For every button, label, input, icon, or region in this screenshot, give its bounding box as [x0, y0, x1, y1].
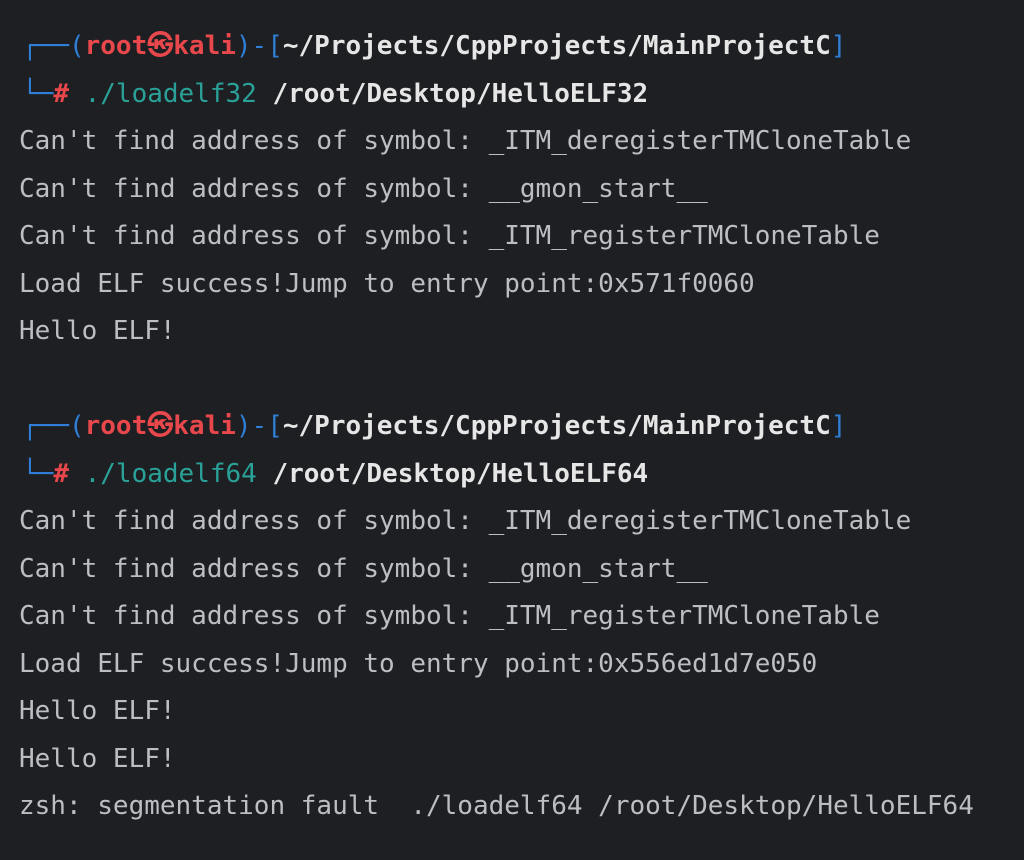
command-text: ./loadelf32 [84, 78, 257, 109]
prompt-host: kali [173, 411, 236, 441]
output-line: Hello ELF! [19, 696, 176, 726]
terminal-window[interactable]: ┌──(root㉿kali)-[~/Projects/CppProjects/M… [0, 0, 1024, 860]
prompt-frame-mid: )-[ [235, 411, 283, 441]
output-line: Can't find address of symbol: _ITM_dereg… [19, 126, 912, 156]
kali-skull-icon: ㉿ [147, 411, 174, 441]
prompt-header: ┌──(root㉿kali)-[~/Projects/CppProjects/M… [0, 23, 1024, 71]
command-text: ./loadelf64 [84, 458, 257, 489]
output-line: Can't find address of symbol: __gmon_sta… [19, 173, 708, 204]
prompt-symbol: # [53, 458, 69, 489]
prompt-frame-end: ] [830, 31, 847, 61]
prompt-cwd: ~/Projects/CppProjects/MainProjectC [282, 31, 831, 61]
prompt-symbol: # [53, 78, 69, 109]
command-argument: /root/Desktop/HelloELF32 [272, 78, 649, 109]
prompt-frame-top: ┌──( [22, 31, 85, 61]
session-block: ┌──(root㉿kali)-[~/Projects/CppProjects/M… [0, 23, 1024, 356]
prompt-user: root [84, 31, 148, 61]
output-line: Can't find address of symbol: __gmon_sta… [19, 553, 708, 584]
prompt-cwd: ~/Projects/CppProjects/MainProjectC [282, 411, 831, 441]
output-line: Load ELF success!Jump to entry point:0x5… [19, 268, 755, 299]
output-line: Can't find address of symbol: _ITM_dereg… [19, 506, 912, 536]
prompt-frame-top: ┌──( [22, 411, 85, 441]
prompt-frame-end: ] [830, 411, 847, 441]
command-argument: /root/Desktop/HelloELF64 [272, 458, 649, 489]
error-line: zsh: segmentation fault ./loadelf64 /roo… [19, 791, 974, 821]
output-line: Can't find address of symbol: _ITM_regis… [19, 601, 880, 631]
prompt-frame-bottom: └─ [22, 458, 54, 489]
command-line[interactable]: └─# ./loadelf32 /root/Desktop/HelloELF32 [0, 71, 1024, 119]
prompt-user: root [84, 411, 148, 441]
prompt-frame-mid: )-[ [235, 31, 283, 61]
kali-skull-icon: ㉿ [147, 31, 174, 61]
output-line: Hello ELF! [19, 316, 176, 346]
command-line[interactable]: └─# ./loadelf64 /root/Desktop/HelloELF64 [0, 451, 1024, 499]
output-line: Hello ELF! [19, 743, 176, 774]
prompt-frame-bottom: └─ [22, 78, 54, 109]
output-line: Can't find address of symbol: _ITM_regis… [19, 221, 880, 251]
prompt-host: kali [173, 31, 236, 61]
prompt-header: ┌──(root㉿kali)-[~/Projects/CppProjects/M… [0, 403, 1024, 451]
session-block: ┌──(root㉿kali)-[~/Projects/CppProjects/M… [0, 403, 1024, 831]
output-line: Load ELF success!Jump to entry point:0x5… [19, 648, 818, 679]
